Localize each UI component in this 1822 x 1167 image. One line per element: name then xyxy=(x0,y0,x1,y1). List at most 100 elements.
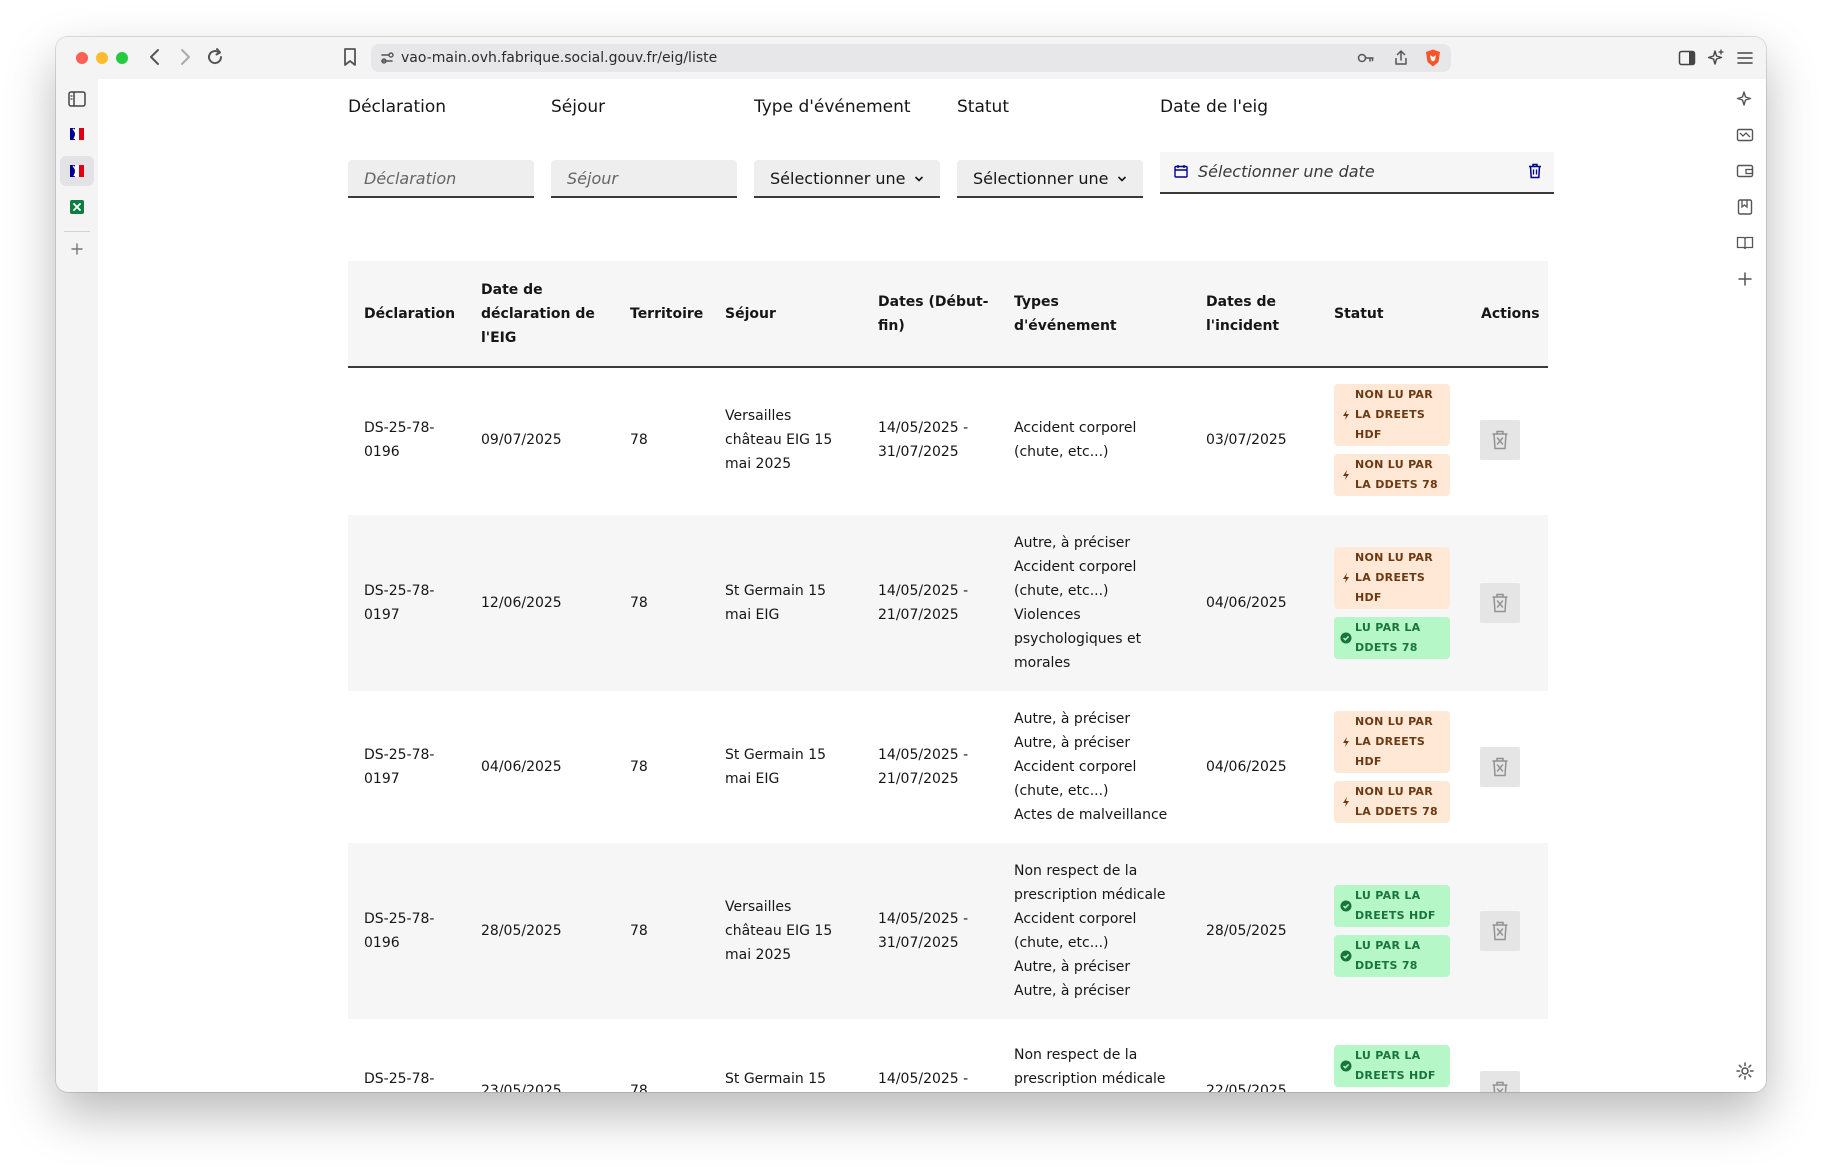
key-icon[interactable] xyxy=(1357,50,1375,66)
col-date-declaration: Date de déclaration de l'EIG xyxy=(481,281,595,346)
wallet-icon[interactable] xyxy=(1735,161,1755,181)
cell-dates: 14/05/2025 - 21/07/2025 xyxy=(878,1070,969,1087)
add-panel-plus-icon[interactable] xyxy=(1735,269,1755,289)
minimize-window-button[interactable] xyxy=(96,52,108,64)
status-badge: NON LU PAR LA DDETS 78 xyxy=(1334,781,1450,823)
delete-button[interactable] xyxy=(1480,747,1520,787)
calendar-icon xyxy=(1174,165,1188,178)
cell-date-incident: 03/07/2025 xyxy=(1206,431,1287,448)
marianne-tab-icon[interactable] xyxy=(67,124,87,144)
cell-territoire: 78 xyxy=(630,595,648,611)
status-badge: LU PAR LA DDETS 78 xyxy=(1334,617,1450,659)
cell-types-evenement: Non respect de la prescription médicale … xyxy=(1014,1046,1166,1087)
settings-gear-icon[interactable] xyxy=(1735,1061,1755,1081)
cell-declaration: DS-25-78- 0196 xyxy=(364,419,435,460)
status-badge: LU PAR LA DREETS HDF xyxy=(1334,1044,1450,1087)
delete-trash-icon xyxy=(1492,1081,1508,1092)
filter-type-evenement-label: Type d'événement xyxy=(754,97,911,117)
status-badge-text: NON LU PAR LA DDETS 78 xyxy=(1355,785,1438,818)
check-circle-icon xyxy=(1340,950,1352,962)
check-circle-icon xyxy=(1340,632,1352,644)
browser-toolbar: vao-main.ovh.fabrique.social.gouv.fr/eig… xyxy=(56,37,1766,80)
table-row: DS-25-78- 0197 12/06/2025 78 St Germain 15 … xyxy=(348,515,1548,691)
filter-declaration-label: Déclaration xyxy=(348,97,447,117)
status-badges: NON LU PAR LA DREETS HDF NON LU PAR LA DD… xyxy=(1334,691,1450,843)
col-declaration: Déclaration xyxy=(364,305,456,322)
col-types-evenement: Types d'événement xyxy=(1014,293,1117,334)
cell-sejour: St Germain 15 mai EIG xyxy=(725,1070,827,1087)
col-statut: Statut xyxy=(1334,305,1384,322)
cell-date-incident: 04/06/2025 xyxy=(1206,595,1287,611)
filter-sejour-label: Séjour xyxy=(551,97,606,117)
cell-date-incident: 22/05/2025 xyxy=(1206,1082,1287,1093)
cell-sejour: Versailles château EIG 15 mai 2025 xyxy=(725,899,833,963)
cell-dates: 14/05/2025 - 21/07/2025 xyxy=(878,583,969,623)
status-badge-text: LU PAR LA DDETS 78 xyxy=(1355,621,1421,654)
excel-tab-icon[interactable] xyxy=(67,197,87,217)
delete-button[interactable] xyxy=(1480,911,1520,951)
reload-icon[interactable] xyxy=(203,45,227,69)
statut-select-value: Sélectionner une xyxy=(973,169,1109,188)
cell-sejour: St Germain 15 mai EIG xyxy=(725,583,827,623)
status-badge-text: LU PAR LA DREETS HDF xyxy=(1355,1048,1436,1082)
cell-date-declaration: 04/06/2025 xyxy=(481,759,562,775)
table-header: Déclaration Date de déclaration de l'EIG… xyxy=(348,261,1548,368)
leo-ai-icon[interactable] xyxy=(1706,48,1726,68)
maximize-window-button[interactable] xyxy=(116,52,128,64)
delete-trash-icon xyxy=(1492,430,1508,449)
cell-declaration: DS-25-78- 0197 xyxy=(364,747,435,787)
bookmark-icon[interactable] xyxy=(338,45,362,69)
type-evenement-select[interactable]: Sélectionner une xyxy=(754,160,940,198)
clear-date-trash-icon[interactable] xyxy=(1528,163,1542,179)
status-badge: NON LU PAR LA DREETS HDF xyxy=(1334,547,1450,609)
delete-button[interactable] xyxy=(1480,583,1520,623)
menu-icon[interactable] xyxy=(1736,49,1754,67)
col-dates-incident: Dates de l'incident xyxy=(1206,293,1280,334)
forward-icon[interactable] xyxy=(173,45,197,69)
delete-button[interactable] xyxy=(1480,419,1520,460)
flash-icon xyxy=(1343,797,1349,807)
cell-declaration: DS-25-78- 0197 xyxy=(364,1070,435,1087)
status-badges: LU PAR LA DREETS HDF LU PAR LA DDETS 78 xyxy=(1334,843,1450,1019)
sidebar-toggle-icon[interactable] xyxy=(1678,49,1696,67)
bookmarks-panel-icon[interactable] xyxy=(1735,197,1755,217)
marianne-tab-active-icon[interactable] xyxy=(67,161,87,181)
status-badges: NON LU PAR LA DREETS HDF NON LU PAR LA DD… xyxy=(1334,368,1450,511)
status-badge: LU PAR LA DREETS HDF xyxy=(1334,885,1450,927)
brave-shield-icon[interactable] xyxy=(1423,48,1443,68)
news-icon[interactable] xyxy=(1735,125,1755,145)
address-bar[interactable]: vao-main.ovh.fabrique.social.gouv.fr/eig… xyxy=(371,44,1451,72)
site-settings-icon[interactable] xyxy=(379,50,395,66)
close-window-button[interactable] xyxy=(76,52,88,64)
status-badge-text: NON LU PAR LA DREETS HDF xyxy=(1355,387,1434,441)
flash-icon xyxy=(1343,737,1349,747)
statut-select[interactable]: Sélectionner une xyxy=(957,160,1143,198)
cell-date-incident: 04/06/2025 xyxy=(1206,759,1287,775)
cell-date-declaration: 12/06/2025 xyxy=(481,595,562,611)
cell-types-evenement: Autre, à préciser Autre, à préciser Acci… xyxy=(1014,711,1168,823)
reading-list-icon[interactable] xyxy=(1735,233,1755,253)
cell-territoire: 78 xyxy=(630,431,648,448)
cell-date-declaration: 23/05/2025 xyxy=(481,1082,562,1093)
share-icon[interactable] xyxy=(1393,49,1409,67)
table-row: DS-25-78- 0196 28/05/2025 78 Versailles châ… xyxy=(348,843,1548,1019)
date-eig-picker[interactable]: Sélectionner une date xyxy=(1160,152,1554,194)
declaration-filter-input[interactable]: Déclaration xyxy=(348,160,534,198)
delete-trash-icon xyxy=(1492,593,1508,613)
col-territoire: Territoire xyxy=(630,305,704,322)
cell-sejour: Versailles château EIG 15 mai 2025 xyxy=(725,407,833,472)
cell-dates: 14/05/2025 - 21/07/2025 xyxy=(878,747,969,787)
new-tab-plus-icon[interactable] xyxy=(67,239,87,259)
leo-ai-sidebar-icon[interactable] xyxy=(1735,89,1755,109)
cell-dates: 14/05/2025 - 31/07/2025 xyxy=(878,911,969,951)
back-icon[interactable] xyxy=(143,45,167,69)
col-dates: Dates (Début- fin) xyxy=(878,293,989,334)
delete-button[interactable] xyxy=(1480,1070,1520,1092)
status-badge: NON LU PAR LA DREETS HDF xyxy=(1334,383,1450,446)
status-badges: NON LU PAR LA DREETS HDF LU PAR LA DDETS … xyxy=(1334,515,1450,691)
sejour-filter-input[interactable]: Séjour xyxy=(551,160,737,198)
sidebar-panel-icon[interactable] xyxy=(67,89,87,109)
table-row: DS-25-78- 0197 04/06/2025 78 St Germain 15 … xyxy=(348,691,1548,843)
check-circle-icon xyxy=(1340,900,1352,912)
table-row: DS-25-78- 0197 23/05/2025 78 St Germain 15 … xyxy=(348,1019,1548,1092)
